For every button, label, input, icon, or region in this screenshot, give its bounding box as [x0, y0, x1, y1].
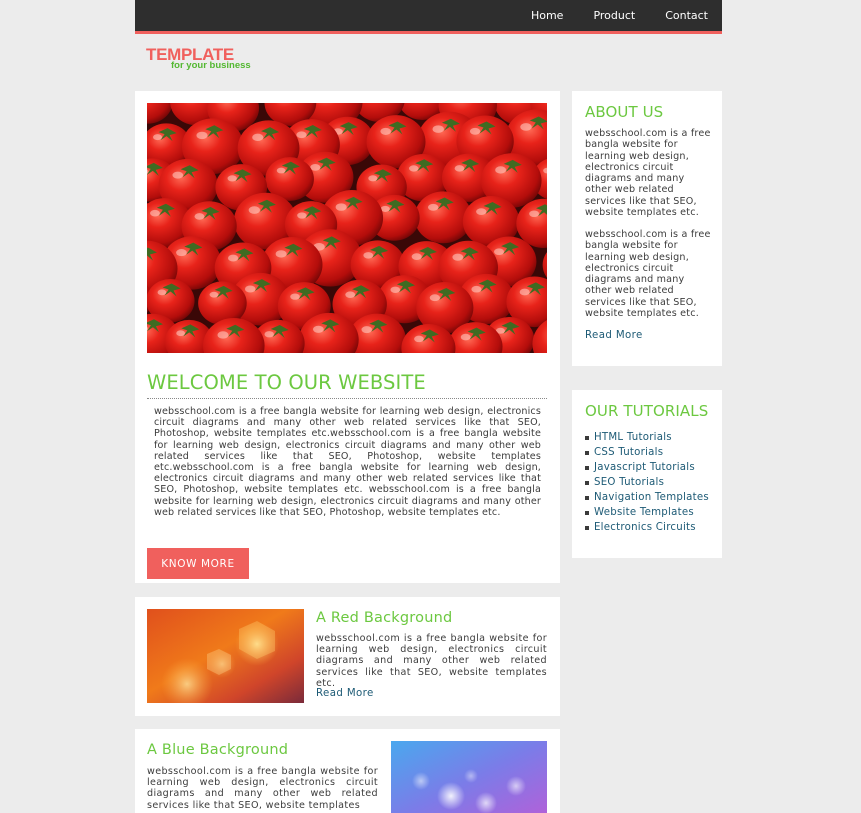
welcome-section: WELCOME TO OUR WEBSITE websschool.com is… — [135, 91, 560, 583]
tutorial-link-navigation-templates[interactable]: Navigation Templates — [594, 490, 709, 505]
square-bullet-icon — [585, 510, 589, 515]
feature-card-blue: A Blue Background websschool.com is a fr… — [135, 729, 560, 813]
tutorials-heading: OUR TUTORIALS — [585, 402, 709, 420]
tutorial-item: Navigation Templates — [585, 490, 709, 505]
main-nav: Home Product Contact — [516, 0, 722, 31]
square-bullet-icon — [585, 465, 589, 470]
square-bullet-icon — [585, 435, 589, 440]
blue-feature-title[interactable]: A Blue Background — [147, 741, 288, 759]
nav-product-link[interactable]: Product — [578, 0, 650, 31]
tutorial-link-seo[interactable]: SEO Tutorials — [594, 475, 664, 490]
nav-contact-link[interactable]: Contact — [650, 0, 722, 31]
tutorials-list: HTML Tutorials CSS Tutorials Javascript … — [585, 430, 709, 535]
tutorial-link-javascript[interactable]: Javascript Tutorials — [594, 460, 695, 475]
know-more-button[interactable]: KNOW MORE — [147, 548, 249, 579]
tutorial-link-electronics-circuits[interactable]: Electronics Circuits — [594, 520, 696, 535]
site-logo[interactable]: TEMPLATE for your business — [146, 46, 276, 74]
tutorial-item: SEO Tutorials — [585, 475, 709, 490]
top-navigation-bar: Home Product Contact — [135, 0, 722, 34]
about-us-paragraph-2: websschool.com is a free bangla website … — [585, 229, 711, 320]
red-feature-title[interactable]: A Red Background — [316, 609, 452, 627]
nav-home-link[interactable]: Home — [516, 0, 578, 31]
tutorial-item: CSS Tutorials — [585, 445, 709, 460]
tutorial-item: Javascript Tutorials — [585, 460, 709, 475]
square-bullet-icon — [585, 480, 589, 485]
about-us-paragraph-1: websschool.com is a free bangla website … — [585, 128, 711, 219]
red-feature-text: websschool.com is a free bangla website … — [316, 633, 547, 689]
tutorial-link-css[interactable]: CSS Tutorials — [594, 445, 663, 460]
logo-tagline: for your business — [171, 60, 251, 71]
about-us-read-more-link[interactable]: Read More — [585, 330, 643, 341]
red-feature-read-more-link[interactable]: Read More — [316, 688, 374, 699]
tutorial-item: Electronics Circuits — [585, 520, 709, 535]
hero-tomatoes-image — [147, 103, 547, 353]
about-us-panel: ABOUT US websschool.com is a free bangla… — [572, 91, 722, 366]
tutorial-link-html[interactable]: HTML Tutorials — [594, 430, 672, 445]
blue-background-image — [391, 741, 547, 813]
square-bullet-icon — [585, 495, 589, 500]
feature-card-red: A Red Background websschool.com is a fre… — [135, 597, 560, 716]
tutorials-panel: OUR TUTORIALS HTML Tutorials CSS Tutoria… — [572, 390, 722, 558]
tutorial-link-website-templates[interactable]: Website Templates — [594, 505, 694, 520]
red-background-image — [147, 609, 304, 703]
blue-feature-text: websschool.com is a free bangla website … — [147, 766, 378, 811]
welcome-paragraph: websschool.com is a free bangla website … — [154, 406, 541, 518]
tutorial-item: Website Templates — [585, 505, 709, 520]
welcome-heading: WELCOME TO OUR WEBSITE — [147, 371, 547, 399]
about-us-heading: ABOUT US — [585, 103, 664, 121]
tutorial-item: HTML Tutorials — [585, 430, 709, 445]
square-bullet-icon — [585, 525, 589, 530]
square-bullet-icon — [585, 450, 589, 455]
